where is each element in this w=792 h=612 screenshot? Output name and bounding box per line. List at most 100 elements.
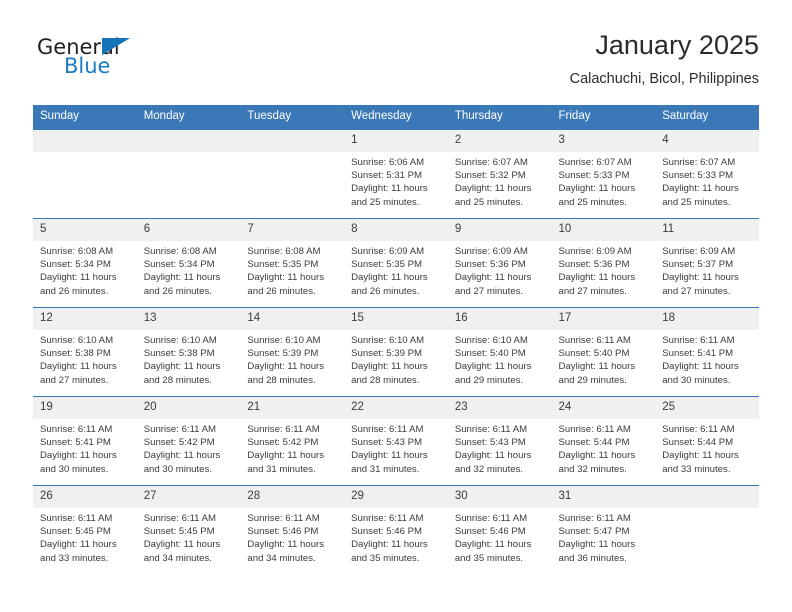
day-number: 21: [240, 397, 345, 419]
calendar-day-cell[interactable]: 21 Sunrise: 6:11 AM Sunset: 5:42 PM Dayligh…: [240, 396, 345, 486]
calendar-week-row: 19 Sunrise: 6:11 AM Sunset: 5:41 PM Dayligh…: [33, 396, 759, 486]
calendar-day-cell[interactable]: 7 Sunrise: 6:08 AM Sunset: 5:35 PM Daylight…: [240, 218, 345, 308]
calendar-day-cell[interactable]: 27 Sunrise: 6:11 AM Sunset: 5:45 PM Dayligh…: [136, 485, 241, 574]
calendar-day-cell[interactable]: 25 Sunrise: 6:11 AM Sunset: 5:44 PM Dayligh…: [655, 396, 759, 486]
daylight-text-line2: and 25 minutes.: [662, 196, 731, 208]
day-number: 24: [551, 397, 656, 419]
calendar-day-cell[interactable]: 13 Sunrise: 6:10 AM Sunset: 5:38 PM Dayligh…: [136, 307, 241, 397]
calendar-day-cell[interactable]: 10 Sunrise: 6:09 AM Sunset: 5:36 PM Dayligh…: [551, 218, 656, 308]
calendar-day-cell[interactable]: 1 Sunrise: 6:06 AM Sunset: 5:31 PM Daylight…: [344, 129, 448, 219]
sunrise-text: Sunrise: 6:09 AM: [351, 246, 425, 257]
calendar-day-cell[interactable]: 5 Sunrise: 6:08 AM Sunset: 5:34 PM Daylight…: [33, 218, 137, 308]
sunrise-text: Sunrise: 6:06 AM: [351, 157, 425, 168]
calendar-week-row: 1 Sunrise: 6:06 AM Sunset: 5:31 PM Daylight…: [33, 129, 759, 219]
day-number: 6: [136, 219, 241, 241]
weekday-header-saturday: Saturday: [655, 105, 759, 130]
day-number: 8: [344, 219, 448, 241]
day-info: Sunrise: 6:10 AM Sunset: 5:39 PM Daylight:…: [344, 330, 448, 387]
sunset-text: Sunset: 5:41 PM: [662, 348, 734, 360]
weekday-header-thursday: Thursday: [447, 105, 552, 130]
calendar-day-cell[interactable]: 23 Sunrise: 6:11 AM Sunset: 5:43 PM Dayligh…: [447, 396, 552, 486]
sunset-text: Sunset: 5:34 PM: [40, 259, 111, 271]
day-number: 22: [344, 397, 448, 419]
daylight-text-line2: and 27 minutes.: [454, 285, 524, 297]
sunset-text: Sunset: 5:31 PM: [351, 170, 423, 182]
sunrise-text: Sunrise: 6:07 AM: [662, 157, 736, 168]
daylight-text-line1: Daylight: 11 hours: [247, 539, 325, 551]
general-blue-logo[interactable]: General Blue: [33, 36, 233, 88]
page-header: General Blue January 2025 Calachuchi, Bi…: [33, 28, 759, 100]
calendar-day-cell[interactable]: 22 Sunrise: 6:11 AM Sunset: 5:43 PM Dayligh…: [344, 396, 448, 486]
day-info: Sunrise: 6:11 AM Sunset: 5:42 PM Daylight:…: [137, 419, 241, 476]
daylight-text-line1: Daylight: 11 hours: [351, 539, 428, 551]
day-number: 17: [551, 308, 656, 330]
calendar-grid: Sunday Monday Tuesday Wednesday Thursday…: [33, 105, 759, 574]
day-info: Sunrise: 6:08 AM Sunset: 5:34 PM Daylight:…: [33, 241, 137, 298]
day-info: Sunrise: 6:07 AM Sunset: 5:33 PM Daylight:…: [655, 152, 759, 209]
day-info: Sunrise: 6:11 AM Sunset: 5:42 PM Daylight:…: [240, 419, 344, 476]
daylight-text-line2: and 25 minutes.: [558, 196, 627, 208]
sunrise-text: Sunrise: 6:08 AM: [143, 246, 217, 257]
sunrise-text: Sunrise: 6:11 AM: [558, 335, 631, 346]
daylight-text-line1: Daylight: 11 hours: [143, 450, 221, 462]
calendar-day-cell[interactable]: 30 Sunrise: 6:11 AM Sunset: 5:46 PM Dayligh…: [447, 485, 552, 574]
calendar-day-cell[interactable]: 18 Sunrise: 6:11 AM Sunset: 5:41 PM Dayligh…: [655, 307, 759, 397]
sunrise-text: Sunrise: 6:11 AM: [247, 513, 320, 524]
sunset-text: Sunset: 5:44 PM: [662, 437, 734, 449]
sunset-text: Sunset: 5:39 PM: [351, 348, 423, 360]
calendar-day-cell[interactable]: 28 Sunrise: 6:11 AM Sunset: 5:46 PM Dayligh…: [240, 485, 345, 574]
day-info: Sunrise: 6:11 AM Sunset: 5:45 PM Daylight:…: [137, 508, 241, 565]
calendar-day-cell[interactable]: 19 Sunrise: 6:11 AM Sunset: 5:41 PM Dayligh…: [33, 396, 137, 486]
calendar-day-cell[interactable]: 31 Sunrise: 6:11 AM Sunset: 5:47 PM Dayligh…: [551, 485, 656, 574]
calendar-day-cell[interactable]: 8 Sunrise: 6:09 AM Sunset: 5:35 PM Daylight…: [344, 218, 448, 308]
calendar-day-cell[interactable]: 2 Sunrise: 6:07 AM Sunset: 5:32 PM Daylight…: [447, 129, 552, 219]
calendar-day-cell[interactable]: 24 Sunrise: 6:11 AM Sunset: 5:44 PM Dayligh…: [551, 396, 656, 486]
sunset-text: Sunset: 5:36 PM: [558, 259, 630, 271]
calendar-day-cell[interactable]: 11 Sunrise: 6:09 AM Sunset: 5:37 PM Dayligh…: [655, 218, 759, 308]
day-info: Sunrise: 6:08 AM Sunset: 5:35 PM Daylight:…: [240, 241, 344, 298]
calendar-day-cell[interactable]: 12 Sunrise: 6:10 AM Sunset: 5:38 PM Dayligh…: [33, 307, 137, 397]
sunset-text: Sunset: 5:35 PM: [351, 259, 423, 271]
daylight-text-line2: and 26 minutes.: [247, 285, 316, 297]
day-number: 1: [344, 130, 448, 152]
daylight-text-line1: Daylight: 11 hours: [454, 272, 532, 284]
calendar-day-cell[interactable]: 17 Sunrise: 6:11 AM Sunset: 5:40 PM Dayligh…: [551, 307, 656, 397]
day-info: Sunrise: 6:06 AM Sunset: 5:31 PM Daylight:…: [344, 152, 448, 209]
daylight-text-line1: Daylight: 11 hours: [351, 183, 428, 195]
day-number: 5: [33, 219, 137, 241]
sunset-text: Sunset: 5:42 PM: [247, 437, 319, 449]
day-number: 19: [33, 397, 137, 419]
calendar-day-cell[interactable]: 9 Sunrise: 6:09 AM Sunset: 5:36 PM Daylight…: [447, 218, 552, 308]
day-info: Sunrise: 6:10 AM Sunset: 5:38 PM Daylight:…: [33, 330, 137, 387]
day-info: Sunrise: 6:11 AM Sunset: 5:47 PM Daylight:…: [552, 508, 656, 565]
day-number: [240, 130, 345, 152]
daylight-text-line1: Daylight: 11 hours: [40, 450, 117, 462]
calendar-day-cell[interactable]: 4 Sunrise: 6:07 AM Sunset: 5:33 PM Daylight…: [655, 129, 759, 219]
calendar-day-cell[interactable]: 29 Sunrise: 6:11 AM Sunset: 5:46 PM Dayligh…: [344, 485, 448, 574]
day-info: Sunrise: 6:09 AM Sunset: 5:35 PM Daylight:…: [344, 241, 448, 298]
calendar-day-cell[interactable]: 26 Sunrise: 6:11 AM Sunset: 5:45 PM Dayligh…: [33, 485, 137, 574]
daylight-text-line2: and 28 minutes.: [351, 374, 420, 386]
day-info: Sunrise: 6:09 AM Sunset: 5:37 PM Daylight:…: [655, 241, 759, 298]
day-number: 25: [655, 397, 759, 419]
day-number: 18: [655, 308, 759, 330]
calendar-day-cell[interactable]: 6 Sunrise: 6:08 AM Sunset: 5:34 PM Daylight…: [136, 218, 241, 308]
sunset-text: Sunset: 5:43 PM: [454, 437, 526, 449]
daylight-text-line1: Daylight: 11 hours: [40, 539, 117, 551]
daylight-text-line2: and 26 minutes.: [40, 285, 109, 297]
daylight-text-line1: Daylight: 11 hours: [40, 272, 117, 284]
calendar-week-row: 26 Sunrise: 6:11 AM Sunset: 5:45 PM Dayligh…: [33, 485, 759, 574]
calendar-day-cell-empty: [240, 129, 345, 219]
flag-triangle-icon: [102, 38, 130, 55]
daylight-text-line2: and 32 minutes.: [454, 463, 524, 475]
daylight-text-line1: Daylight: 11 hours: [351, 450, 428, 462]
calendar-day-cell[interactable]: 14 Sunrise: 6:10 AM Sunset: 5:39 PM Dayligh…: [240, 307, 345, 397]
calendar-day-cell[interactable]: 16 Sunrise: 6:10 AM Sunset: 5:40 PM Dayligh…: [447, 307, 552, 397]
calendar-day-cell[interactable]: 20 Sunrise: 6:11 AM Sunset: 5:42 PM Dayligh…: [136, 396, 241, 486]
sunrise-text: Sunrise: 6:11 AM: [558, 424, 631, 435]
calendar-day-cell[interactable]: 15 Sunrise: 6:10 AM Sunset: 5:39 PM Dayligh…: [344, 307, 448, 397]
day-info: Sunrise: 6:07 AM Sunset: 5:32 PM Daylight:…: [448, 152, 552, 209]
calendar-day-cell[interactable]: 3 Sunrise: 6:07 AM Sunset: 5:33 PM Daylight…: [551, 129, 656, 219]
sunrise-text: Sunrise: 6:11 AM: [454, 424, 528, 435]
sunrise-text: Sunrise: 6:11 AM: [351, 424, 424, 435]
